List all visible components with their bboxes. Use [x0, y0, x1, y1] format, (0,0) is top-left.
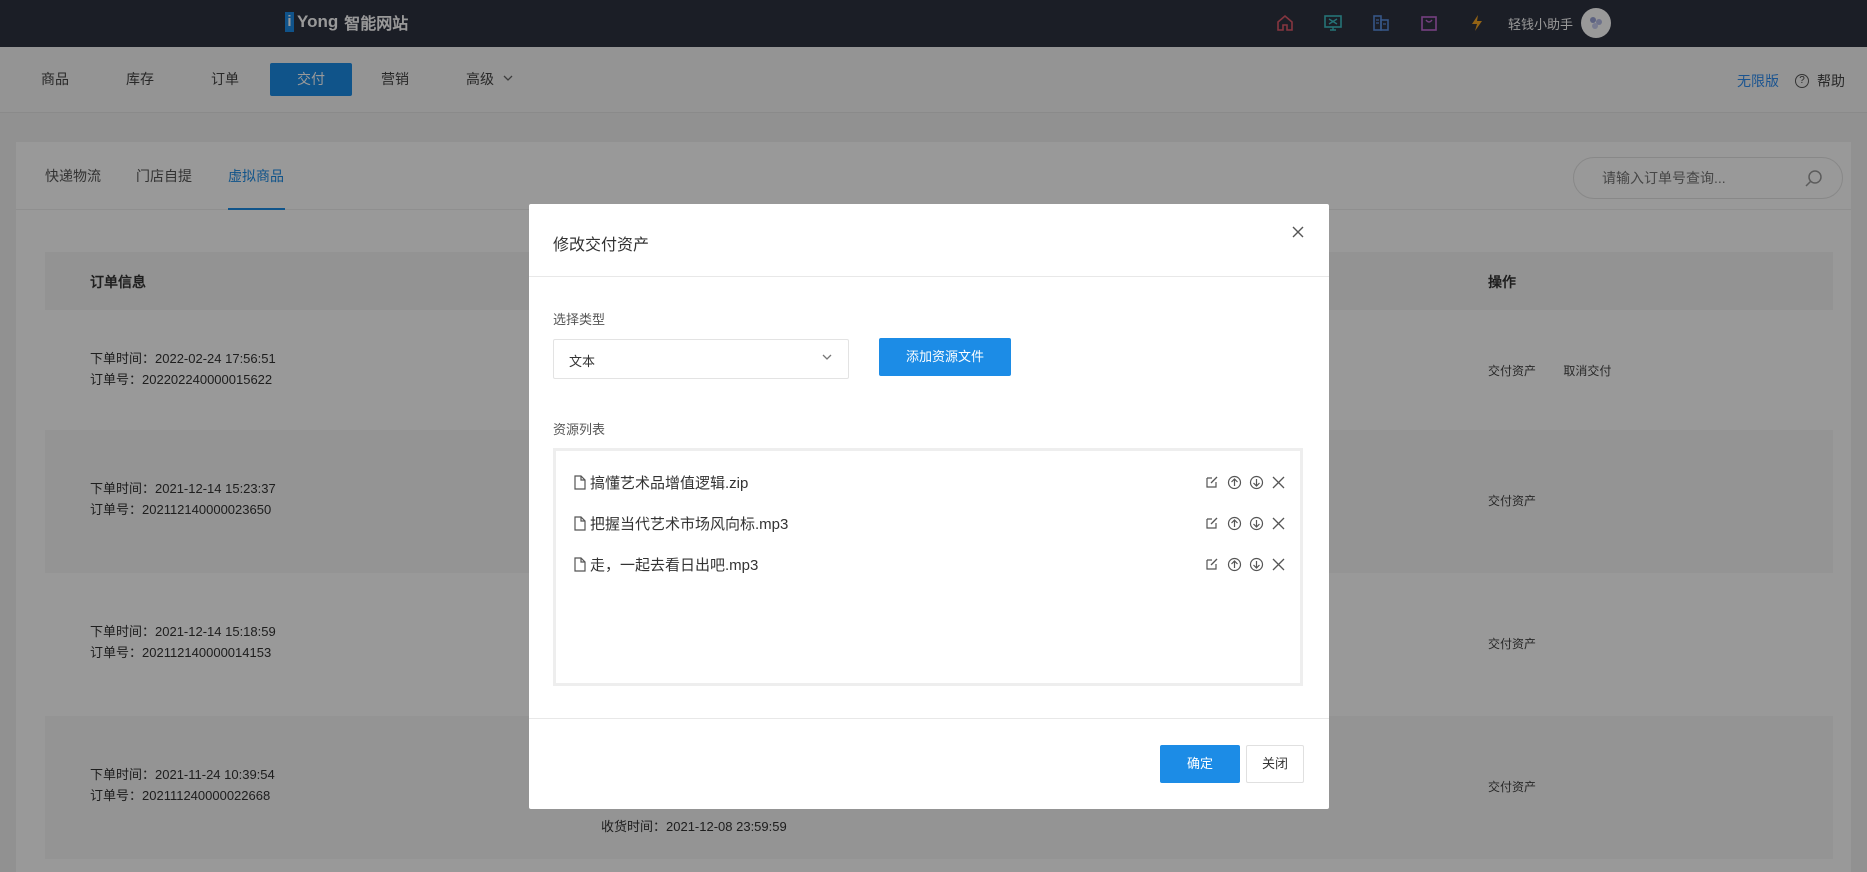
move-down-icon[interactable]: [1248, 515, 1264, 531]
move-down-icon[interactable]: [1248, 556, 1264, 572]
edit-icon[interactable]: [1204, 515, 1220, 531]
dialog-title: 修改交付资产: [553, 237, 650, 254]
resource-list-label: 资源列表: [553, 422, 606, 437]
file-icon: [574, 515, 586, 531]
delete-icon[interactable]: [1270, 556, 1286, 572]
chevron-down-icon: [822, 354, 832, 360]
add-resource-button[interactable]: 添加资源文件: [879, 338, 1011, 376]
close-button[interactable]: 关闭: [1246, 745, 1304, 783]
file-actions: [1198, 556, 1286, 572]
edit-asset-dialog: 修改交付资产 选择类型 文本 添加资源文件 资源列表 搞懂艺术品增值逻辑.zip…: [529, 204, 1329, 809]
close-icon[interactable]: [1291, 222, 1305, 245]
move-down-icon[interactable]: [1248, 474, 1264, 490]
divider: [529, 276, 1329, 277]
confirm-button[interactable]: 确定: [1160, 745, 1240, 783]
file-name: 走，一起去看日出吧.mp3: [590, 556, 759, 574]
list-item[interactable]: 把握当代艺术市场风向标.mp3: [574, 511, 788, 535]
file-actions: [1198, 474, 1286, 490]
type-label: 选择类型: [553, 312, 606, 327]
list-item[interactable]: 走，一起去看日出吧.mp3: [574, 552, 758, 576]
edit-icon[interactable]: [1204, 474, 1220, 490]
file-actions: [1198, 515, 1286, 531]
move-up-icon[interactable]: [1226, 556, 1242, 572]
edit-icon[interactable]: [1204, 556, 1220, 572]
delete-icon[interactable]: [1270, 515, 1286, 531]
divider: [529, 718, 1329, 719]
move-up-icon[interactable]: [1226, 515, 1242, 531]
file-name: 把握当代艺术市场风向标.mp3: [590, 515, 789, 533]
delete-icon[interactable]: [1270, 474, 1286, 490]
resource-list: 搞懂艺术品增值逻辑.zip 把握当代艺术市场风向标.mp3 走，一起去看日出吧.…: [553, 448, 1303, 686]
file-icon: [574, 556, 586, 572]
file-icon: [574, 474, 586, 490]
type-select-value: 文本: [569, 354, 596, 369]
file-name: 搞懂艺术品增值逻辑.zip: [590, 474, 749, 492]
move-up-icon[interactable]: [1226, 474, 1242, 490]
type-select[interactable]: 文本: [553, 339, 849, 379]
list-item[interactable]: 搞懂艺术品增值逻辑.zip: [574, 470, 748, 494]
